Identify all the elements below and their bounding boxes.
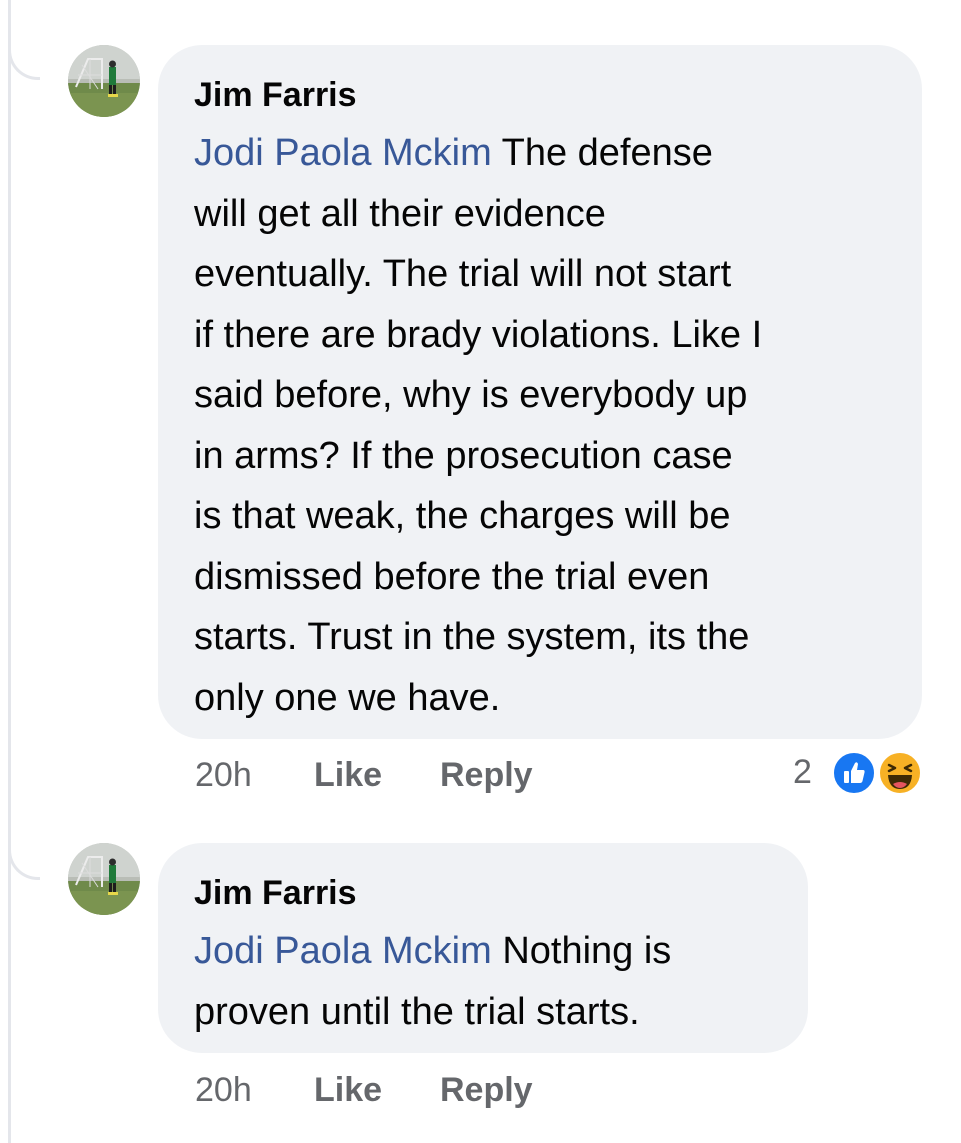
timestamp[interactable]: 20h bbox=[195, 1070, 252, 1110]
reaction-count[interactable]: 2 bbox=[793, 752, 812, 792]
comment-text: Jodi Paola Mckim The defense will get al… bbox=[194, 123, 886, 728]
comment-bubble: Jim Farris Jodi Paola Mckim Nothing is p… bbox=[158, 843, 808, 1053]
reply-button[interactable]: Reply bbox=[440, 755, 533, 795]
thread-connector-line bbox=[8, 0, 11, 1143]
like-button[interactable]: Like bbox=[314, 1070, 382, 1110]
comment-line: eventually. The trial will not start bbox=[194, 253, 732, 295]
comment-line: said before, why is everybody up bbox=[194, 374, 748, 416]
timestamp[interactable]: 20h bbox=[195, 755, 252, 795]
comment-line: is that weak, the charges will be bbox=[194, 495, 731, 537]
comment-line: starts. Trust in the system, its the bbox=[194, 616, 750, 658]
comment-line: proven until the trial starts. bbox=[194, 990, 640, 1033]
comment-line: only one we have. bbox=[194, 676, 501, 719]
comment-author[interactable]: Jim Farris bbox=[194, 75, 886, 115]
thread-elbow-2 bbox=[8, 840, 40, 880]
reply-button[interactable]: Reply bbox=[440, 1070, 533, 1110]
comment-line: if there are brady violations. Like I bbox=[194, 313, 763, 356]
comment-line: in arms? If the prosecution case bbox=[194, 434, 733, 477]
thread-elbow-1 bbox=[8, 40, 40, 80]
like-button[interactable]: Like bbox=[314, 755, 382, 795]
mention-link[interactable]: Jodi Paola Mckim bbox=[194, 930, 492, 972]
comment-line: will get all their evidence bbox=[194, 192, 606, 235]
haha-reaction-icon[interactable] bbox=[877, 750, 923, 796]
comment-line: The defense bbox=[501, 132, 713, 174]
avatar-image bbox=[68, 843, 140, 915]
comment-text: Jodi Paola Mckim Nothing is proven until… bbox=[194, 921, 772, 1042]
comment-line: Nothing is bbox=[502, 930, 672, 972]
comment-thread: Jim Farris Jodi Paola Mckim The defense … bbox=[0, 0, 961, 1143]
comment-bubble: Jim Farris Jodi Paola Mckim The defense … bbox=[158, 45, 922, 739]
comment-line: dismissed before the trial even bbox=[194, 555, 710, 598]
comment-author[interactable]: Jim Farris bbox=[194, 873, 772, 913]
like-reaction-icon[interactable] bbox=[831, 750, 877, 796]
avatar-image bbox=[68, 45, 140, 117]
mention-link[interactable]: Jodi Paola Mckim bbox=[194, 132, 492, 174]
avatar[interactable] bbox=[68, 45, 140, 117]
avatar[interactable] bbox=[68, 843, 140, 915]
